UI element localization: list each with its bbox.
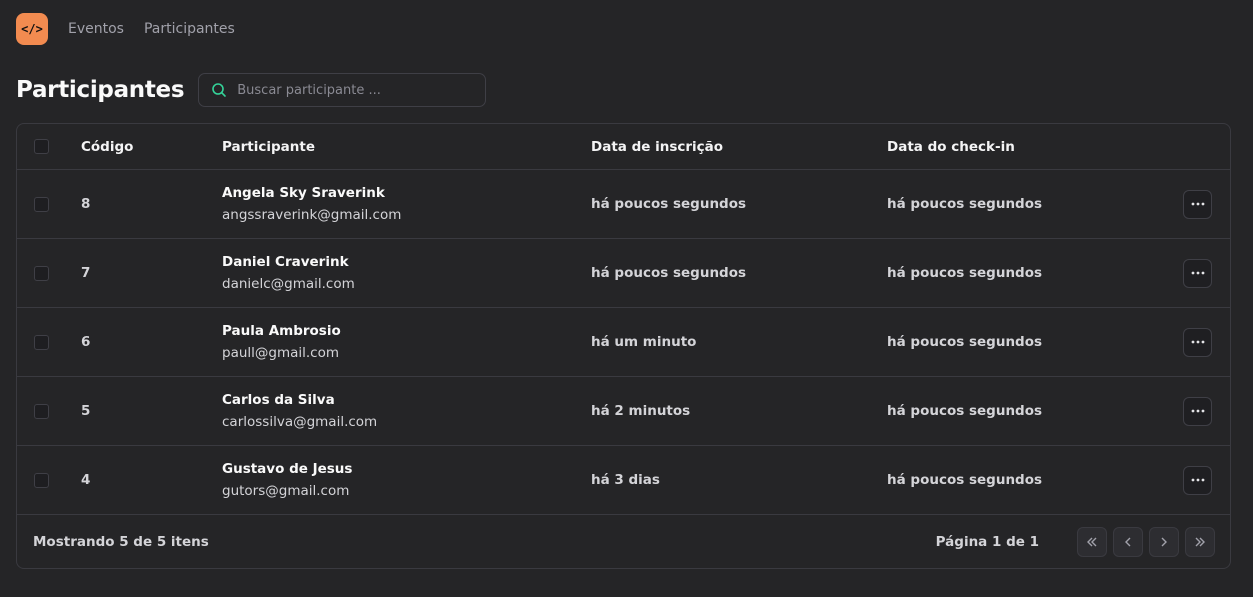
participant-email: paull@gmail.com	[222, 345, 340, 361]
pagination: Página 1 de 1	[935, 515, 1215, 568]
signup-date: há 3 dias	[591, 472, 660, 488]
table-row: 4 Gustavo de Jesus gutors@gmail.com há 3…	[17, 446, 1230, 515]
participant-name: Angela Sky Sraverink	[222, 185, 385, 201]
participants-table: Código Participante Data de inscrição Da…	[16, 123, 1231, 569]
row-code: 6	[81, 334, 91, 350]
column-header-codigo: Código	[81, 138, 134, 155]
checkin-date: há poucos segundos	[887, 334, 1043, 350]
chevron-left-icon	[1125, 537, 1131, 547]
ellipsis-icon	[1191, 271, 1204, 275]
table-header: Código Participante Data de inscrição Da…	[17, 124, 1230, 170]
ellipsis-icon	[1191, 409, 1204, 413]
title-row: Participantes	[16, 73, 487, 107]
participant-name: Carlos da Silva	[222, 392, 335, 408]
checkin-date: há poucos segundos	[887, 196, 1043, 212]
row-code: 7	[81, 265, 91, 281]
select-all-checkbox[interactable]	[34, 139, 49, 154]
row-actions-button[interactable]	[1183, 396, 1212, 426]
participant-name: Daniel Craverink	[222, 254, 349, 270]
page-indicator: Página 1 de 1	[935, 534, 1039, 550]
chevrons-left-icon	[1087, 537, 1097, 547]
page-title: Participantes	[16, 77, 185, 103]
checkin-date: há poucos segundos	[887, 403, 1043, 419]
participant-email: danielc@gmail.com	[222, 276, 355, 292]
participant-name: Paula Ambrosio	[222, 323, 341, 339]
row-code: 8	[81, 196, 91, 212]
row-code: 5	[81, 403, 91, 419]
row-actions-button[interactable]	[1183, 465, 1212, 495]
table-row: 6 Paula Ambrosio paull@gmail.com há um m…	[17, 308, 1230, 377]
column-header-participante: Participante	[222, 138, 316, 155]
checkin-date: há poucos segundos	[887, 472, 1043, 488]
column-header-data-checkin: Data do check-in	[887, 138, 1015, 155]
row-actions-button[interactable]	[1183, 189, 1212, 219]
row-checkbox[interactable]	[34, 265, 49, 281]
ellipsis-icon	[1191, 340, 1204, 344]
row-checkbox[interactable]	[34, 334, 49, 350]
participant-email: gutors@gmail.com	[222, 483, 350, 499]
table-footer: Mostrando 5 de 5 itens Página 1 de 1	[17, 515, 1230, 568]
table-row: 5 Carlos da Silva carlossilva@gmail.com …	[17, 377, 1230, 446]
previous-page-button[interactable]	[1113, 527, 1143, 557]
chevrons-right-icon	[1195, 537, 1205, 547]
row-code: 4	[81, 472, 91, 488]
row-checkbox[interactable]	[34, 196, 49, 212]
next-page-button[interactable]	[1149, 527, 1179, 557]
last-page-button[interactable]	[1185, 527, 1215, 557]
signup-date: há poucos segundos	[591, 265, 747, 281]
search-box[interactable]	[198, 73, 487, 107]
participant-email: angssraverink@gmail.com	[222, 207, 402, 223]
row-actions-button[interactable]	[1183, 327, 1212, 357]
signup-date: há poucos segundos	[591, 196, 747, 212]
top-nav: </> Eventos Participantes	[16, 12, 235, 45]
search-icon	[212, 83, 227, 97]
table-row: 7 Daniel Craverink danielc@gmail.com há …	[17, 239, 1230, 308]
row-actions-button[interactable]	[1183, 258, 1212, 288]
nav-link-participantes[interactable]: Participantes	[144, 21, 235, 37]
logo-code-icon: </>	[21, 21, 43, 36]
table-row: 8 Angela Sky Sraverink angssraverink@gma…	[17, 170, 1230, 239]
ellipsis-icon	[1191, 478, 1204, 482]
items-count: Mostrando 5 de 5 itens	[33, 534, 209, 550]
column-header-data-inscricao: Data de inscrição	[591, 138, 724, 155]
row-checkbox[interactable]	[34, 403, 49, 419]
signup-date: há 2 minutos	[591, 403, 691, 419]
nav-link-eventos[interactable]: Eventos	[68, 21, 124, 37]
logo[interactable]: </>	[16, 12, 48, 45]
participant-name: Gustavo de Jesus	[222, 461, 353, 477]
first-page-button[interactable]	[1077, 527, 1107, 557]
signup-date: há um minuto	[591, 334, 697, 350]
search-input[interactable]	[237, 82, 468, 98]
row-checkbox[interactable]	[34, 472, 49, 488]
ellipsis-icon	[1191, 202, 1204, 206]
checkin-date: há poucos segundos	[887, 265, 1043, 281]
chevron-right-icon	[1161, 537, 1167, 547]
participant-email: carlossilva@gmail.com	[222, 414, 378, 430]
